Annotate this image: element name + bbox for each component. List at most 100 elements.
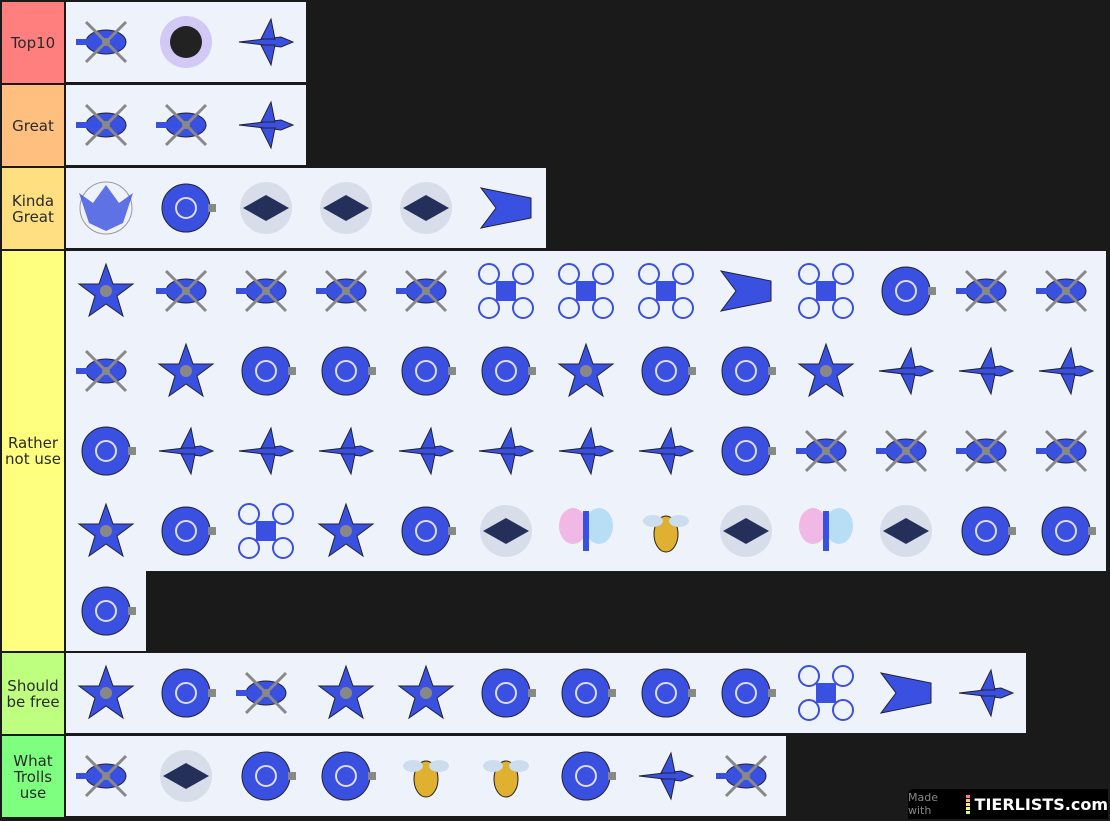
- tier-item[interactable]: [66, 571, 146, 651]
- tier-item[interactable]: [626, 736, 706, 816]
- tier-label[interactable]: Should be free: [2, 653, 64, 734]
- tier-item[interactable]: [546, 491, 626, 571]
- tier-item[interactable]: [706, 331, 786, 411]
- tier-item[interactable]: [626, 411, 706, 491]
- tier-item[interactable]: [306, 736, 386, 816]
- tier-item[interactable]: [546, 411, 626, 491]
- tier-label[interactable]: Rather not use: [2, 251, 64, 651]
- tier-item[interactable]: [626, 653, 706, 733]
- tier-item[interactable]: [66, 85, 146, 165]
- dark-ship-icon: [240, 182, 292, 234]
- tier-item[interactable]: [386, 736, 466, 816]
- tier-item[interactable]: [226, 85, 306, 165]
- tier-item[interactable]: [786, 491, 866, 571]
- tier-item[interactable]: [866, 411, 946, 491]
- tier-item[interactable]: [386, 168, 466, 248]
- round-ship-icon: [721, 346, 776, 396]
- tier-item[interactable]: [466, 168, 546, 248]
- tier-item[interactable]: [146, 85, 226, 165]
- tier-item[interactable]: [386, 491, 466, 571]
- tier-item[interactable]: [546, 736, 626, 816]
- tier-item[interactable]: [946, 251, 1026, 331]
- tier-item[interactable]: [1026, 251, 1106, 331]
- tier-label[interactable]: Top10: [2, 2, 64, 83]
- tier-item[interactable]: [146, 331, 226, 411]
- tier-item[interactable]: [226, 331, 306, 411]
- tier-item[interactable]: [946, 331, 1026, 411]
- tier-item[interactable]: [66, 2, 146, 82]
- tier-item[interactable]: [306, 331, 386, 411]
- tier-label[interactable]: Great: [2, 85, 64, 166]
- tier-item[interactable]: [706, 736, 786, 816]
- tier-item[interactable]: [1026, 331, 1106, 411]
- tier-item[interactable]: [306, 251, 386, 331]
- tier-item[interactable]: [706, 491, 786, 571]
- tier-item[interactable]: [146, 168, 226, 248]
- tier-item[interactable]: [146, 653, 226, 733]
- tier-item[interactable]: [626, 251, 706, 331]
- tier-item[interactable]: [946, 411, 1026, 491]
- dark-ship-icon: [400, 182, 452, 234]
- tier-item[interactable]: [786, 331, 866, 411]
- tier-item[interactable]: [226, 491, 306, 571]
- tier-item[interactable]: [146, 491, 226, 571]
- tier-item[interactable]: [786, 251, 866, 331]
- tier-item[interactable]: [146, 2, 226, 82]
- tier-item[interactable]: [306, 491, 386, 571]
- tier-item[interactable]: [66, 411, 146, 491]
- tier-label[interactable]: Kinda Great: [2, 168, 64, 249]
- tier-item[interactable]: [866, 251, 946, 331]
- tier-item[interactable]: [706, 411, 786, 491]
- tier-item[interactable]: [226, 2, 306, 82]
- tier-item[interactable]: [866, 653, 946, 733]
- tier-item[interactable]: [226, 251, 306, 331]
- tier-item[interactable]: [146, 411, 226, 491]
- tier-item[interactable]: [66, 736, 146, 816]
- tier-item[interactable]: [226, 653, 306, 733]
- tier-item[interactable]: [1026, 411, 1106, 491]
- tier-item[interactable]: [1026, 491, 1106, 571]
- tier-item[interactable]: [306, 168, 386, 248]
- tier-item[interactable]: [66, 331, 146, 411]
- tier-item[interactable]: [146, 251, 226, 331]
- tier-item[interactable]: [546, 251, 626, 331]
- helicopter-icon: [956, 269, 1008, 313]
- tier-item[interactable]: [706, 653, 786, 733]
- drone-icon: [558, 263, 614, 319]
- tier-item[interactable]: [386, 653, 466, 733]
- tier-item[interactable]: [786, 653, 866, 733]
- tier-item[interactable]: [706, 251, 786, 331]
- tier-item[interactable]: [546, 331, 626, 411]
- tier-item[interactable]: [66, 168, 146, 248]
- tier-item[interactable]: [306, 653, 386, 733]
- tier-item[interactable]: [546, 653, 626, 733]
- butterfly-icon: [559, 508, 613, 551]
- tier-item[interactable]: [386, 411, 466, 491]
- tier-item[interactable]: [226, 168, 306, 248]
- tier-item[interactable]: [66, 653, 146, 733]
- round-ship-icon: [1041, 506, 1096, 556]
- tier-item[interactable]: [386, 331, 466, 411]
- tier-item[interactable]: [306, 411, 386, 491]
- tier-item[interactable]: [466, 331, 546, 411]
- tier-item[interactable]: [866, 491, 946, 571]
- tier-item[interactable]: [866, 331, 946, 411]
- tier-item[interactable]: [386, 251, 466, 331]
- tier-item[interactable]: [66, 491, 146, 571]
- tier-item[interactable]: [66, 251, 146, 331]
- tier-item[interactable]: [466, 251, 546, 331]
- tier-item[interactable]: [226, 411, 306, 491]
- tier-item[interactable]: [466, 736, 546, 816]
- tier-item[interactable]: [466, 653, 546, 733]
- tier-item[interactable]: [466, 411, 546, 491]
- tier-item[interactable]: [626, 491, 706, 571]
- watermark[interactable]: Made with TIERLISTS.com: [908, 789, 1108, 819]
- tier-item[interactable]: [466, 491, 546, 571]
- tier-item[interactable]: [946, 653, 1026, 733]
- tier-item[interactable]: [146, 736, 226, 816]
- tier-item[interactable]: [946, 491, 1026, 571]
- tier-item[interactable]: [226, 736, 306, 816]
- tier-item[interactable]: [786, 411, 866, 491]
- tier-item[interactable]: [626, 331, 706, 411]
- tier-label[interactable]: What Trolls use: [2, 736, 64, 817]
